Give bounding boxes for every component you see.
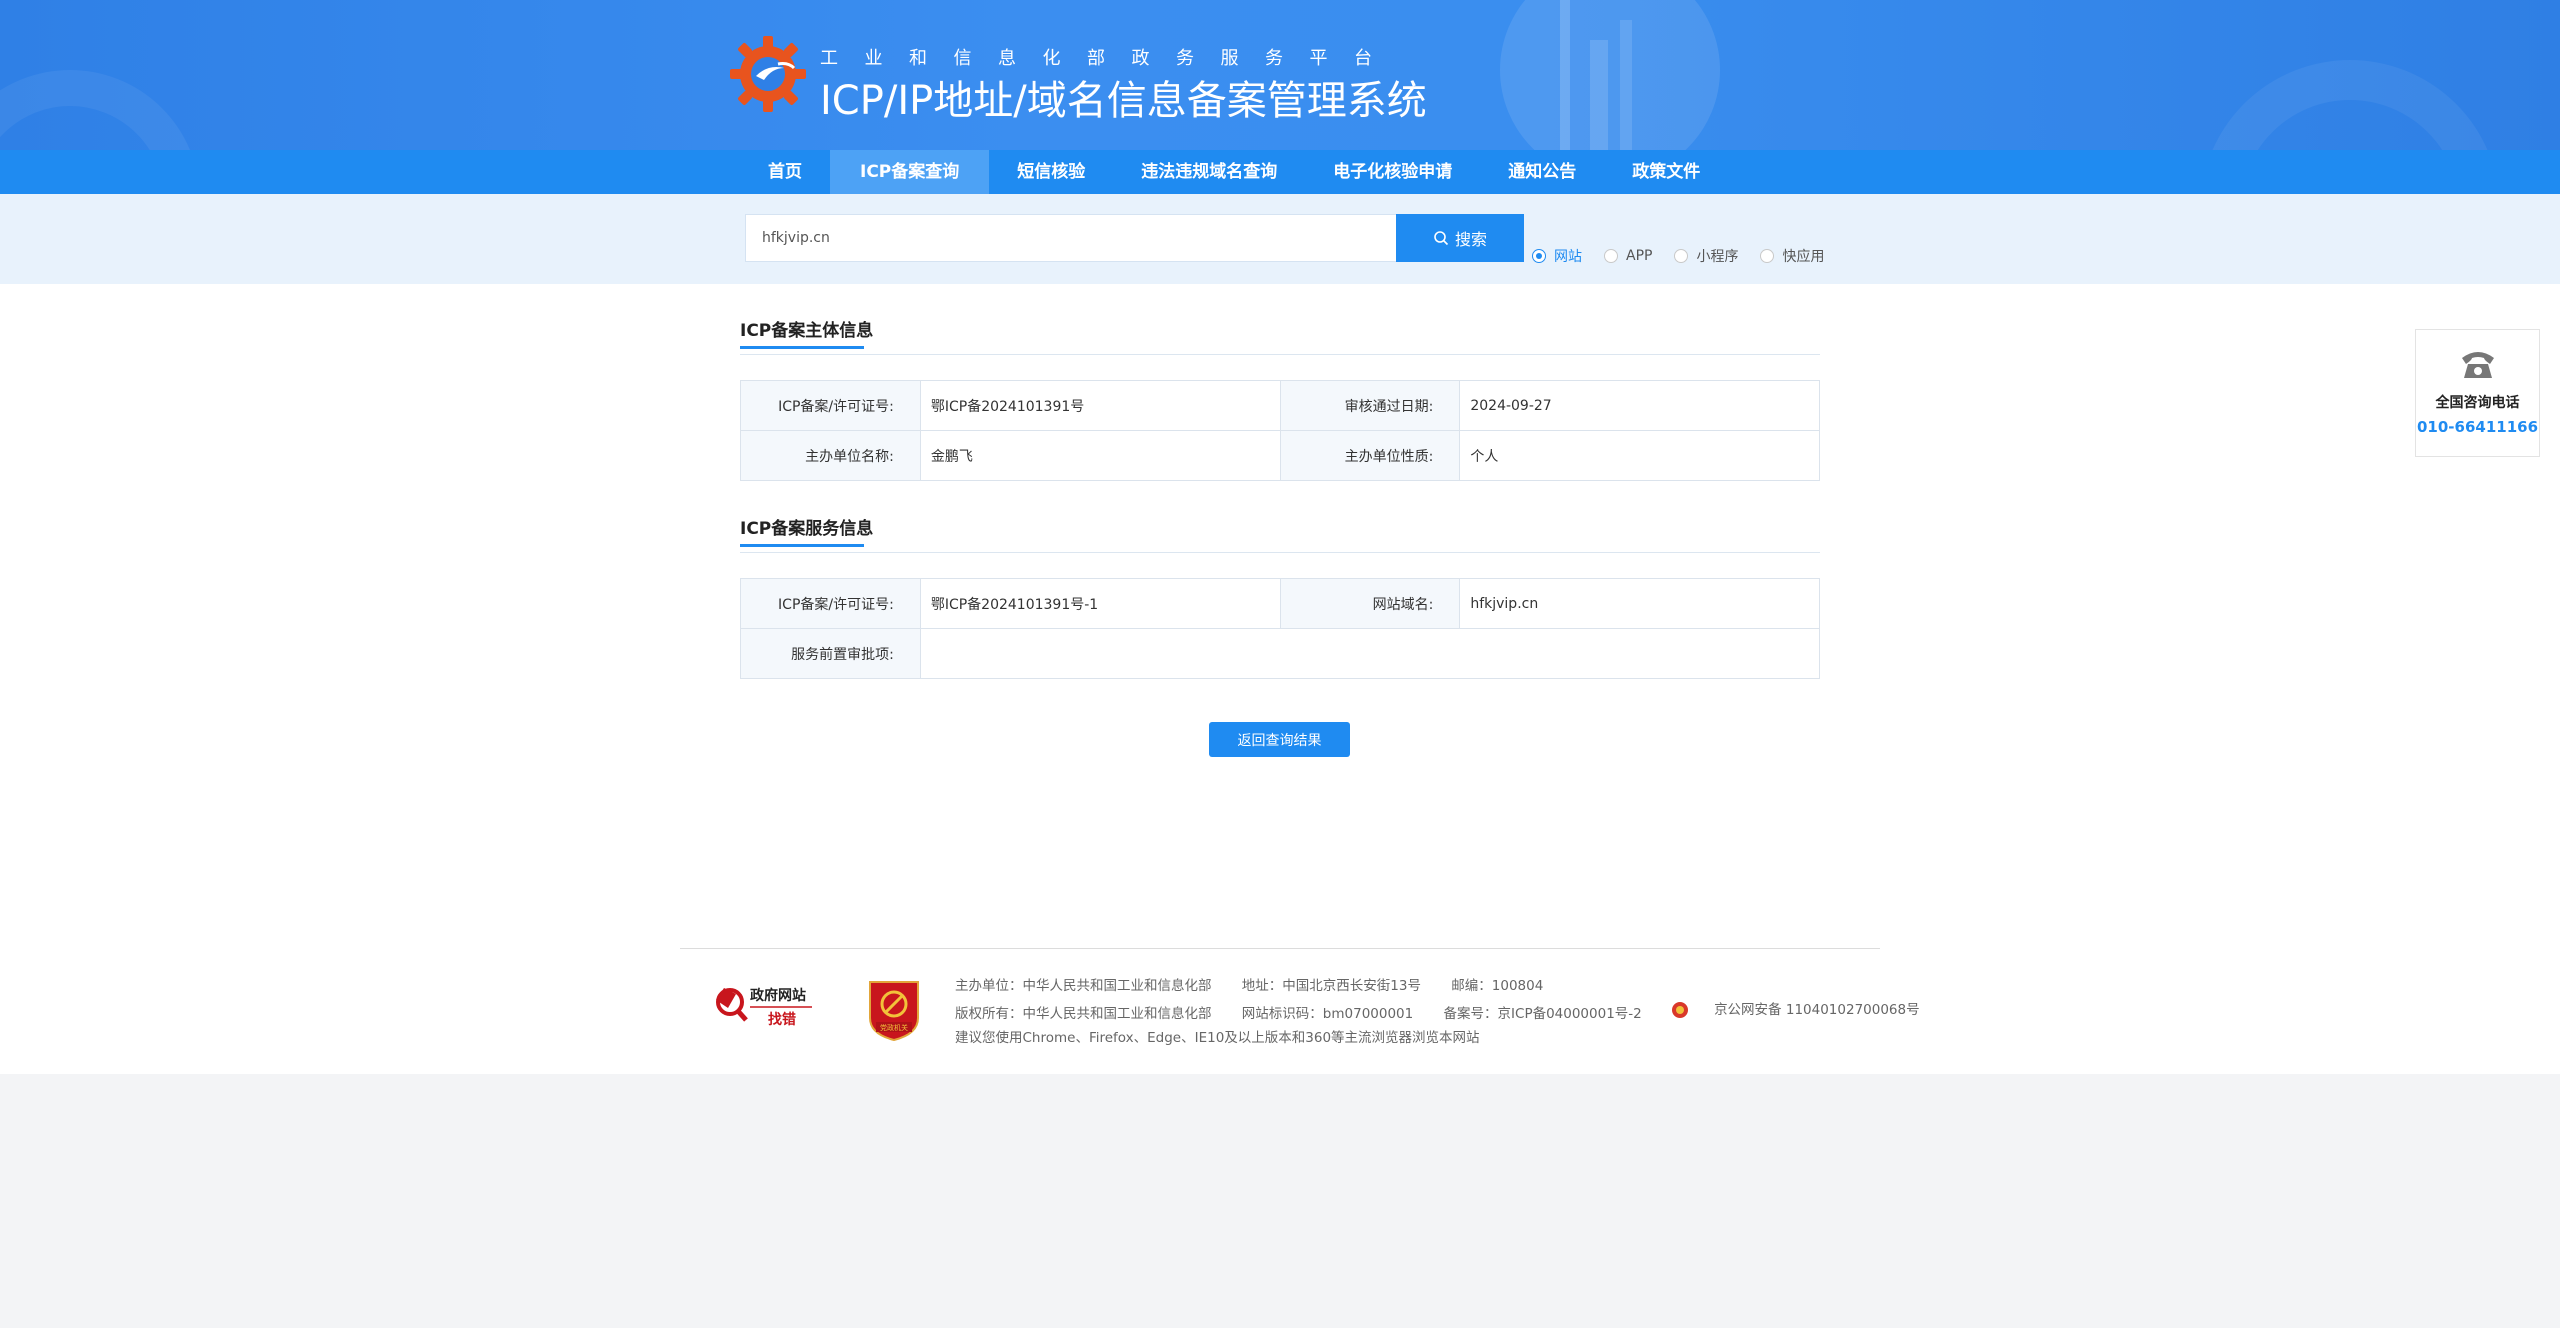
page-title: ICP/IP地址/域名信息备案管理系统 <box>820 78 1427 124</box>
table-value: 鄂ICP备2024101391号 <box>919 380 1281 431</box>
footer-info: 主办单位：中华人民共和国工业和信息化部 地址：中国北京西长安街13号 邮编：10… <box>955 974 1972 1050</box>
service-info-table: ICP备案/许可证号: 鄂ICP备2024101391号-1 网站域名: hfk… <box>740 578 1821 679</box>
banner-decoration <box>1500 0 1720 150</box>
banner-decoration <box>1590 40 1608 150</box>
table-row: ICP备案/许可证号: 鄂ICP备2024101391号-1 网站域名: hfk… <box>740 578 1820 629</box>
back-to-results-button[interactable]: 返回查询结果 <box>1209 722 1350 757</box>
table-key: 主办单位性质: <box>1279 430 1461 481</box>
radio-label: 小程序 <box>1696 249 1739 265</box>
nav-item-notices[interactable]: 通知公告 <box>1480 150 1604 194</box>
consult-label: 全国咨询电话 <box>2435 395 2520 411</box>
nav-item-sms-verify[interactable]: 短信核验 <box>989 150 1113 194</box>
party-gov-badge-icon[interactable]: 党政机关 <box>866 978 922 1042</box>
search-button[interactable]: 搜索 <box>1396 214 1524 262</box>
footer-host: 主办单位：中华人民共和国工业和信息化部 <box>955 978 1212 994</box>
radio-label: 快应用 <box>1782 249 1825 265</box>
gov-website-error-badge-icon[interactable]: 政府网站 找错 <box>714 980 814 1030</box>
section-divider <box>740 552 1820 553</box>
radio-app[interactable]: APP <box>1604 248 1652 264</box>
banner-decoration <box>0 70 200 150</box>
radio-label: 网站 <box>1554 249 1582 265</box>
radio-mini-program[interactable]: 小程序 <box>1674 246 1738 266</box>
police-record-text: 京公网安备 11040102700068号 <box>1714 1002 1920 1018</box>
search-button-label: 搜索 <box>1454 230 1487 249</box>
table-value: 2024-09-27 <box>1459 380 1820 431</box>
subject-section-title-text: ICP备案主体信息 <box>740 321 874 341</box>
table-value: 个人 <box>1459 430 1820 481</box>
nav-item-home[interactable]: 首页 <box>740 150 830 194</box>
radio-website[interactable]: 网站 <box>1532 246 1582 266</box>
table-value: 鄂ICP备2024101391号-1 <box>919 578 1281 629</box>
section-title-underline <box>740 346 864 349</box>
radio-dot <box>1674 249 1689 263</box>
table-row: 服务前置审批项: <box>740 628 1821 679</box>
table-key: ICP备案/许可证号: <box>740 578 921 629</box>
subject-section-title: ICP备案主体信息 <box>740 316 874 349</box>
section-divider <box>740 354 1820 355</box>
gov-badge-text: 找错 <box>768 1011 796 1028</box>
table-value: 金鹏飞 <box>919 430 1281 481</box>
search-icon <box>1434 231 1449 246</box>
nav-items: 首页 ICP备案查询 短信核验 违法违规域名查询 电子化核验申请 通知公告 政策… <box>740 150 1728 194</box>
table-key: ICP备案/许可证号: <box>740 380 921 431</box>
footer-browser-tip: 建议您使用Chrome、Firefox、Edge、IE10及以上版本和360等主… <box>955 1030 1480 1046</box>
footer-row: 建议您使用Chrome、Firefox、Edge、IE10及以上版本和360等主… <box>955 1026 1972 1050</box>
banner-decoration <box>1560 0 1570 150</box>
nav-item-icp-query[interactable]: ICP备案查询 <box>830 150 990 194</box>
table-key: 服务前置审批项: <box>740 628 921 679</box>
footer-postcode: 邮编：100804 <box>1451 978 1544 994</box>
section-title-underline <box>740 544 864 547</box>
footer-police-record[interactable]: 京公网安备 11040102700068号 <box>1672 998 1946 1022</box>
nav-item-e-verify-apply[interactable]: 电子化核验申请 <box>1305 150 1480 194</box>
search-type-radios: 网站 APP 小程序 快应用 <box>1532 246 1846 266</box>
footer-icp-link[interactable]: 备案号：京ICP备04000001号-2 <box>1444 1006 1642 1022</box>
banner-decoration <box>2200 60 2500 150</box>
table-key: 审核通过日期: <box>1279 380 1461 431</box>
footer-row: 版权所有：中华人民共和国工业和信息化部 网站标识码：bm07000001 备案号… <box>955 998 1972 1026</box>
radio-quick-app[interactable]: 快应用 <box>1760 246 1824 266</box>
radio-label: APP <box>1626 248 1653 264</box>
table-key: 主办单位名称: <box>740 430 921 481</box>
platform-subtitle: 工业和信息化部政务服务平台 <box>820 48 1399 69</box>
subject-info-table: ICP备案/许可证号: 鄂ICP备2024101391号 审核通过日期: 202… <box>740 380 1820 481</box>
telephone-icon <box>2461 352 2494 378</box>
police-badge-icon <box>1672 1002 1689 1018</box>
table-key: 网站域名: <box>1279 578 1461 629</box>
radio-dot <box>1532 249 1546 263</box>
dang-badge-text: 党政机关 <box>880 1023 908 1032</box>
table-value <box>919 628 1821 679</box>
table-value: hfkjvip.cn <box>1459 578 1820 629</box>
main-content: ICP备案主体信息 ICP备案/许可证号: 鄂ICP备2024101391号 审… <box>0 284 2560 1074</box>
footer-divider <box>680 948 1880 949</box>
banner-decoration <box>1620 20 1632 150</box>
radio-dot <box>1604 249 1618 263</box>
radio-dot <box>1760 249 1775 263</box>
gov-badge-text: 政府网站 <box>750 987 806 1004</box>
footer-address: 地址：中国北京西长安街13号 <box>1241 978 1421 994</box>
main-nav: 首页 ICP备案查询 短信核验 违法违规域名查询 电子化核验申请 通知公告 政策… <box>0 150 2560 194</box>
footer-site-id: 网站标识码：bm07000001 <box>1241 1006 1414 1022</box>
miit-logo-icon <box>730 36 806 112</box>
table-row: ICP备案/许可证号: 鄂ICP备2024101391号 审核通过日期: 202… <box>740 380 1820 431</box>
service-section-title: ICP备案服务信息 <box>740 514 874 547</box>
consult-number: 010-66411166 <box>2416 418 2539 436</box>
header-banner: 工业和信息化部政务服务平台 ICP/IP地址/域名信息备案管理系统 <box>0 0 2560 150</box>
consult-phone-widget[interactable]: 全国咨询电话 010-66411166 <box>2415 329 2540 457</box>
table-row: 主办单位名称: 金鹏飞 主办单位性质: 个人 <box>740 430 1820 481</box>
footer-row: 主办单位：中华人民共和国工业和信息化部 地址：中国北京西长安街13号 邮编：10… <box>955 974 1972 998</box>
footer-copyright: 版权所有：中华人民共和国工业和信息化部 <box>955 1006 1212 1022</box>
service-section-title-text: ICP备案服务信息 <box>740 519 874 539</box>
nav-item-policy-docs[interactable]: 政策文件 <box>1604 150 1728 194</box>
search-input[interactable] <box>745 214 1397 262</box>
search-bar: 搜索 网站 APP 小程序 快应用 <box>0 194 2560 284</box>
nav-item-illegal-domain-query[interactable]: 违法违规域名查询 <box>1113 150 1305 194</box>
